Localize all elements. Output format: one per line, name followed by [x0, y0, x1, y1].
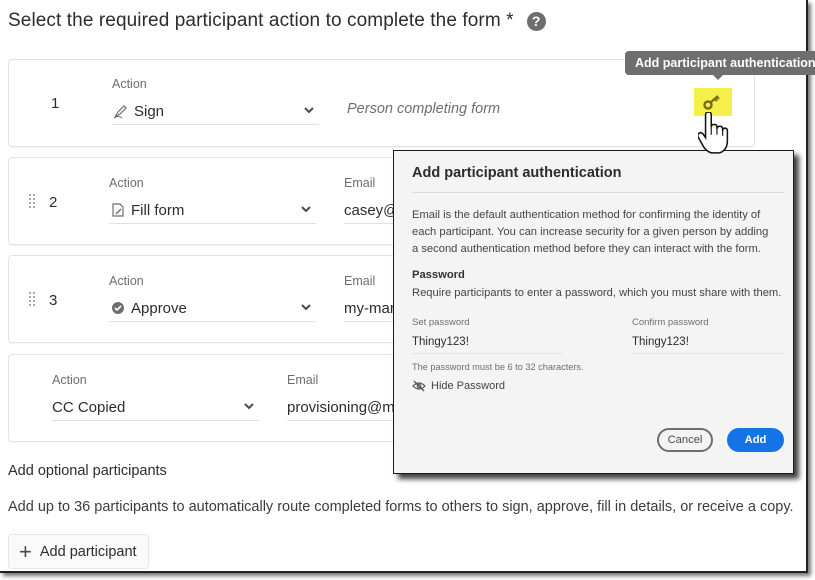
drag-handle[interactable]: [29, 292, 37, 308]
password-section-title: Password: [412, 269, 465, 281]
participant-number: 2: [49, 194, 58, 211]
action-select[interactable]: Approve: [109, 295, 316, 322]
email-input[interactable]: provisioning@my: [287, 394, 402, 421]
plus-icon: +: [19, 538, 32, 564]
action-value: CC Copied: [52, 398, 126, 416]
action-label: Action: [52, 373, 87, 387]
fill-form-icon: [109, 201, 127, 219]
drag-handle[interactable]: [29, 194, 37, 210]
heading-text: Select the required participant action t…: [8, 10, 514, 31]
dialog-description: Email is the default authentication meth…: [412, 209, 769, 255]
chevron-down-icon: [301, 304, 311, 311]
hide-password-toggle[interactable]: Hide Password: [412, 380, 505, 392]
chevron-down-icon: [301, 206, 311, 213]
chevron-down-icon: [244, 403, 254, 410]
action-value: Fill form: [131, 201, 185, 219]
hand-pointer-cursor-icon: [698, 112, 729, 154]
add-participant-button[interactable]: + Add participant: [8, 534, 149, 569]
recipient-placeholder: Person completing form: [347, 101, 501, 117]
email-value: provisioning@my: [287, 398, 402, 416]
action-value: Sign: [134, 102, 165, 120]
key-icon: [703, 95, 720, 110]
set-password-value: Thingy123!: [412, 336, 469, 348]
set-password-label: Set password: [412, 317, 470, 328]
confirm-password-label: Confirm password: [632, 317, 709, 328]
check-circle-icon: [109, 299, 127, 317]
participant-number: 1: [51, 95, 60, 112]
email-label: Email: [287, 373, 319, 387]
cancel-button[interactable]: Cancel: [657, 428, 713, 452]
password-section-description: Require participants to enter a password…: [412, 287, 782, 299]
optional-participants-title: Add optional participants: [8, 463, 167, 479]
authentication-dialog: Add participant authentication Email is …: [393, 150, 794, 474]
pen-sign-icon: [112, 102, 130, 120]
email-label: Email: [344, 176, 376, 190]
action-value: Approve: [131, 299, 187, 317]
participant-number: 3: [49, 292, 58, 309]
question-circle-icon[interactable]: ?: [526, 11, 546, 31]
confirm-password-input[interactable]: Thingy123!: [632, 331, 784, 354]
action-label: Action: [109, 274, 144, 288]
eye-off-icon: [412, 380, 426, 392]
set-password-input[interactable]: Thingy123!: [412, 331, 562, 354]
action-select[interactable]: Fill form: [109, 197, 316, 224]
password-hint: The password must be 6 to 32 characters.: [412, 362, 584, 372]
tooltip: Add participant authentication: [625, 51, 815, 80]
action-label: Action: [112, 77, 147, 91]
action-label: Action: [109, 176, 144, 190]
add-button[interactable]: Add: [727, 428, 784, 452]
dialog-divider: [412, 192, 785, 193]
optional-participants-description: Add up to 36 participants to automatical…: [8, 499, 794, 515]
dialog-title: Add participant authentication: [412, 165, 622, 181]
chevron-down-icon: [304, 107, 314, 114]
add-participant-label: Add participant: [39, 543, 137, 560]
action-select[interactable]: Sign: [112, 98, 319, 125]
hide-password-label: Hide Password: [431, 380, 505, 392]
email-value: my-man: [344, 299, 399, 317]
section-heading: Select the required participant action t…: [8, 10, 546, 32]
email-label: Email: [344, 274, 376, 288]
confirm-password-value: Thingy123!: [632, 336, 689, 348]
action-select[interactable]: CC Copied: [52, 394, 259, 421]
